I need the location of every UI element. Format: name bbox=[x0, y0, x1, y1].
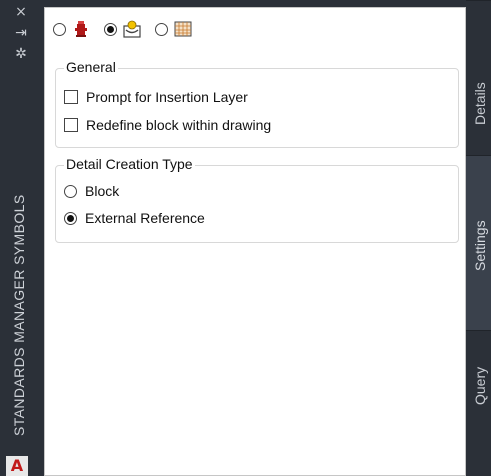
tab-settings-label: Settings bbox=[472, 220, 488, 271]
redefine-block-option[interactable]: Redefine block within drawing bbox=[64, 117, 271, 133]
detail-creation-type-group: Detail Creation Type Block External Refe… bbox=[55, 156, 459, 243]
block-radio[interactable] bbox=[64, 184, 77, 198]
palette-title-container: STANDARDS MANAGER SYMBOLS bbox=[4, 168, 34, 448]
palette-title[interactable]: STANDARDS MANAGER SYMBOLS bbox=[4, 168, 34, 448]
pattern-radio[interactable] bbox=[155, 22, 168, 36]
detail-radio[interactable] bbox=[104, 22, 117, 36]
external-reference-radio[interactable] bbox=[64, 211, 77, 225]
app-logo-icon: A bbox=[6, 456, 28, 476]
block-label: Block bbox=[85, 183, 120, 199]
redefine-block-label: Redefine block within drawing bbox=[86, 117, 272, 133]
detail-symbol-icon[interactable] bbox=[123, 20, 141, 38]
tab-query[interactable]: Query bbox=[466, 330, 491, 476]
tab-query-label: Query bbox=[472, 366, 488, 405]
redefine-block-checkbox[interactable] bbox=[64, 118, 78, 132]
tab-details[interactable]: Details bbox=[466, 0, 491, 155]
general-group-title: General bbox=[64, 59, 118, 75]
block-option[interactable]: Block bbox=[64, 183, 119, 199]
tab-settings[interactable]: Settings bbox=[466, 155, 491, 330]
external-reference-option[interactable]: External Reference bbox=[64, 210, 205, 226]
pattern-grid-icon[interactable] bbox=[174, 20, 192, 38]
palette-tabs: Details Settings Query bbox=[466, 0, 491, 476]
prompt-insertion-layer-option[interactable]: Prompt for Insertion Layer bbox=[64, 89, 248, 105]
tab-details-label: Details bbox=[472, 82, 488, 125]
fire-hydrant-icon[interactable] bbox=[72, 20, 90, 38]
prompt-insertion-layer-label: Prompt for Insertion Layer bbox=[86, 89, 248, 105]
external-reference-label: External Reference bbox=[85, 210, 205, 226]
symbol-type-toolbar bbox=[53, 18, 200, 40]
palette-window: × ⇥ ✲ STANDARDS MANAGER SYMBOLS A Genera… bbox=[0, 0, 491, 476]
properties-icon[interactable]: ✲ bbox=[8, 46, 34, 62]
prompt-insertion-layer-checkbox[interactable] bbox=[64, 90, 78, 104]
detail-creation-type-title: Detail Creation Type bbox=[64, 156, 195, 172]
general-group: General Prompt for Insertion Layer Redef… bbox=[55, 59, 459, 148]
close-icon[interactable]: × bbox=[8, 4, 34, 20]
settings-panel: General Prompt for Insertion Layer Redef… bbox=[44, 7, 466, 476]
auto-hide-icon[interactable]: ⇥ bbox=[8, 25, 34, 41]
palette-title-strip: × ⇥ ✲ STANDARDS MANAGER SYMBOLS A bbox=[0, 0, 44, 476]
hydrant-radio[interactable] bbox=[53, 22, 66, 36]
